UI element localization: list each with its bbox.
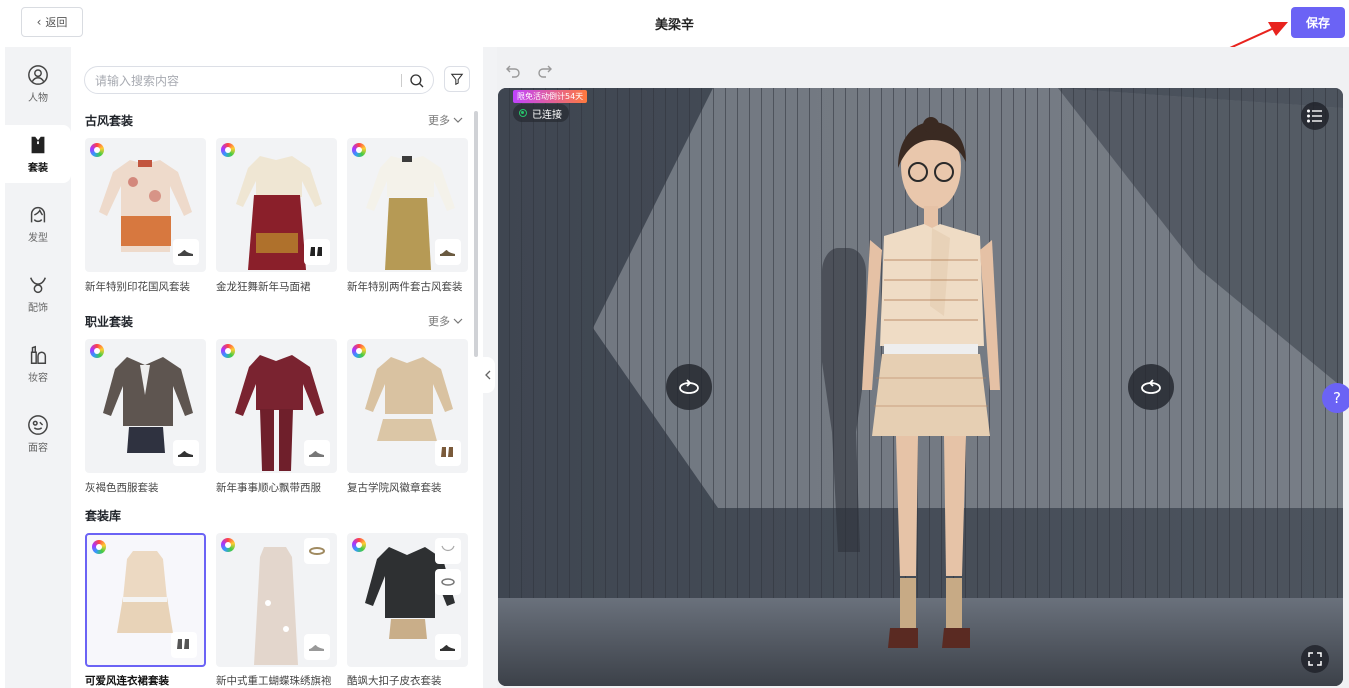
earring-icon xyxy=(435,569,461,595)
rotate-icon xyxy=(1141,379,1161,394)
rail-item-label: 发型 xyxy=(28,233,48,244)
makeup-icon xyxy=(30,345,47,364)
shoe-icon xyxy=(304,634,330,660)
accessory-icon xyxy=(29,277,47,294)
shoe-icon xyxy=(173,239,199,265)
rail-item-label: 面容 xyxy=(28,443,48,454)
more-link[interactable]: 更多 xyxy=(428,112,463,128)
rail-item-label: 配饰 xyxy=(28,303,48,314)
rotate-icon xyxy=(679,379,699,394)
more-label: 更多 xyxy=(428,315,450,328)
section-title: 套装库 xyxy=(85,509,122,523)
section-title: 职业套装 xyxy=(85,315,134,329)
help-button[interactable]: ? xyxy=(1322,383,1349,413)
card-label: 可爱风连衣裙套装 xyxy=(85,675,169,687)
outfit-card[interactable] xyxy=(216,339,337,473)
filter-button[interactable] xyxy=(444,66,470,92)
filter-icon xyxy=(450,73,464,86)
card-label: 新年特别印花国风套装 xyxy=(85,281,190,293)
connection-status: 已连接 xyxy=(513,104,569,122)
avatar-viewport[interactable] xyxy=(498,88,1343,686)
shoe-icon xyxy=(171,632,197,658)
rail-item-makeup[interactable]: 妆容 xyxy=(5,335,71,393)
rail-item-label: 妆容 xyxy=(28,373,48,384)
shoe-icon xyxy=(435,239,461,265)
rail-item-face[interactable]: 面容 xyxy=(5,405,71,463)
rail-item-label: 套装 xyxy=(28,163,48,174)
panel-scrollbar[interactable] xyxy=(474,111,478,357)
undo-icon[interactable] xyxy=(505,63,521,79)
card-label: 金龙狂舞新年马面裙 xyxy=(216,281,311,293)
search-icon[interactable] xyxy=(408,72,426,90)
necklace-icon xyxy=(435,538,461,564)
card-label: 酷飒大扣子皮衣套装 xyxy=(347,675,442,687)
hairstyle-icon xyxy=(30,206,46,223)
search-divider xyxy=(401,74,402,87)
top-bar: ‹ 返回 美梁辛 保存 xyxy=(0,0,1349,44)
shoe-icon xyxy=(435,440,461,466)
person-icon xyxy=(28,65,48,85)
card-label: 复古学院风徽章套装 xyxy=(347,482,442,494)
color-variant-icon xyxy=(352,344,366,358)
outfit-card[interactable] xyxy=(347,533,468,667)
asset-panel: 古风套装 更多 新年特别印花国风套装 金龙狂舞新年马面裙 xyxy=(71,47,483,688)
rail-item-outfit[interactable]: 套装 xyxy=(5,125,71,183)
card-label: 新年特别两件套古风套装 xyxy=(347,281,463,293)
save-button[interactable]: 保存 xyxy=(1291,7,1345,38)
color-variant-icon xyxy=(90,143,104,157)
card-label: 灰褐色西服套装 xyxy=(85,482,159,494)
color-variant-icon xyxy=(221,143,235,157)
search-input[interactable] xyxy=(95,72,395,90)
outfit-card[interactable] xyxy=(85,533,206,667)
color-variant-icon xyxy=(90,344,104,358)
more-link[interactable]: 更多 xyxy=(428,313,463,329)
shoe-icon xyxy=(304,239,330,265)
color-variant-icon xyxy=(221,344,235,358)
rail-item-label: 人物 xyxy=(28,93,48,104)
promo-badge: 限免活动倒计54天 xyxy=(513,90,588,103)
section-title: 古风套装 xyxy=(85,114,134,128)
fullscreen-icon xyxy=(1308,652,1322,666)
shoe-icon xyxy=(173,440,199,466)
rail-item-person[interactable]: 人物 xyxy=(5,55,71,113)
avatar-scene xyxy=(498,88,1343,686)
shoe-icon xyxy=(304,440,330,466)
outfit-card[interactable] xyxy=(216,138,337,272)
rotate-right-button[interactable] xyxy=(1128,364,1174,410)
rotate-left-button[interactable] xyxy=(666,364,712,410)
shoe-icon xyxy=(435,634,461,660)
chevron-down-icon xyxy=(453,318,463,324)
outfit-card[interactable] xyxy=(85,339,206,473)
chevron-left-icon xyxy=(485,370,491,380)
bracelet-icon xyxy=(304,538,330,564)
color-variant-icon xyxy=(221,538,235,552)
outfit-icon xyxy=(31,136,45,154)
redo-icon[interactable] xyxy=(537,63,553,79)
outfit-card[interactable] xyxy=(347,138,468,272)
rail-item-hairstyle[interactable]: 发型 xyxy=(5,195,71,253)
category-rail: 人物 套装 发型 配饰 妆容 面容 xyxy=(5,47,71,688)
card-label: 新中式重工蝴蝶珠绣旗袍 xyxy=(216,675,332,687)
menu-button[interactable] xyxy=(1301,102,1329,130)
more-label: 更多 xyxy=(428,114,450,127)
color-variant-icon xyxy=(352,538,366,552)
search-box xyxy=(84,66,434,94)
list-icon xyxy=(1307,109,1322,123)
connection-label: 已连接 xyxy=(532,109,562,121)
collapse-panel-button[interactable] xyxy=(481,357,495,393)
color-variant-icon xyxy=(352,143,366,157)
outfit-card[interactable] xyxy=(85,138,206,272)
color-variant-icon xyxy=(92,540,106,554)
status-dot-icon xyxy=(519,109,527,117)
rail-item-accessory[interactable]: 配饰 xyxy=(5,265,71,323)
face-icon xyxy=(28,415,48,435)
chevron-down-icon xyxy=(453,117,463,123)
outfit-card[interactable] xyxy=(347,339,468,473)
page-title: 美梁辛 xyxy=(654,18,694,33)
fullscreen-button[interactable] xyxy=(1301,645,1329,673)
outfit-card[interactable] xyxy=(216,533,337,667)
card-label: 新年事事顺心飘带西服 xyxy=(216,482,321,494)
